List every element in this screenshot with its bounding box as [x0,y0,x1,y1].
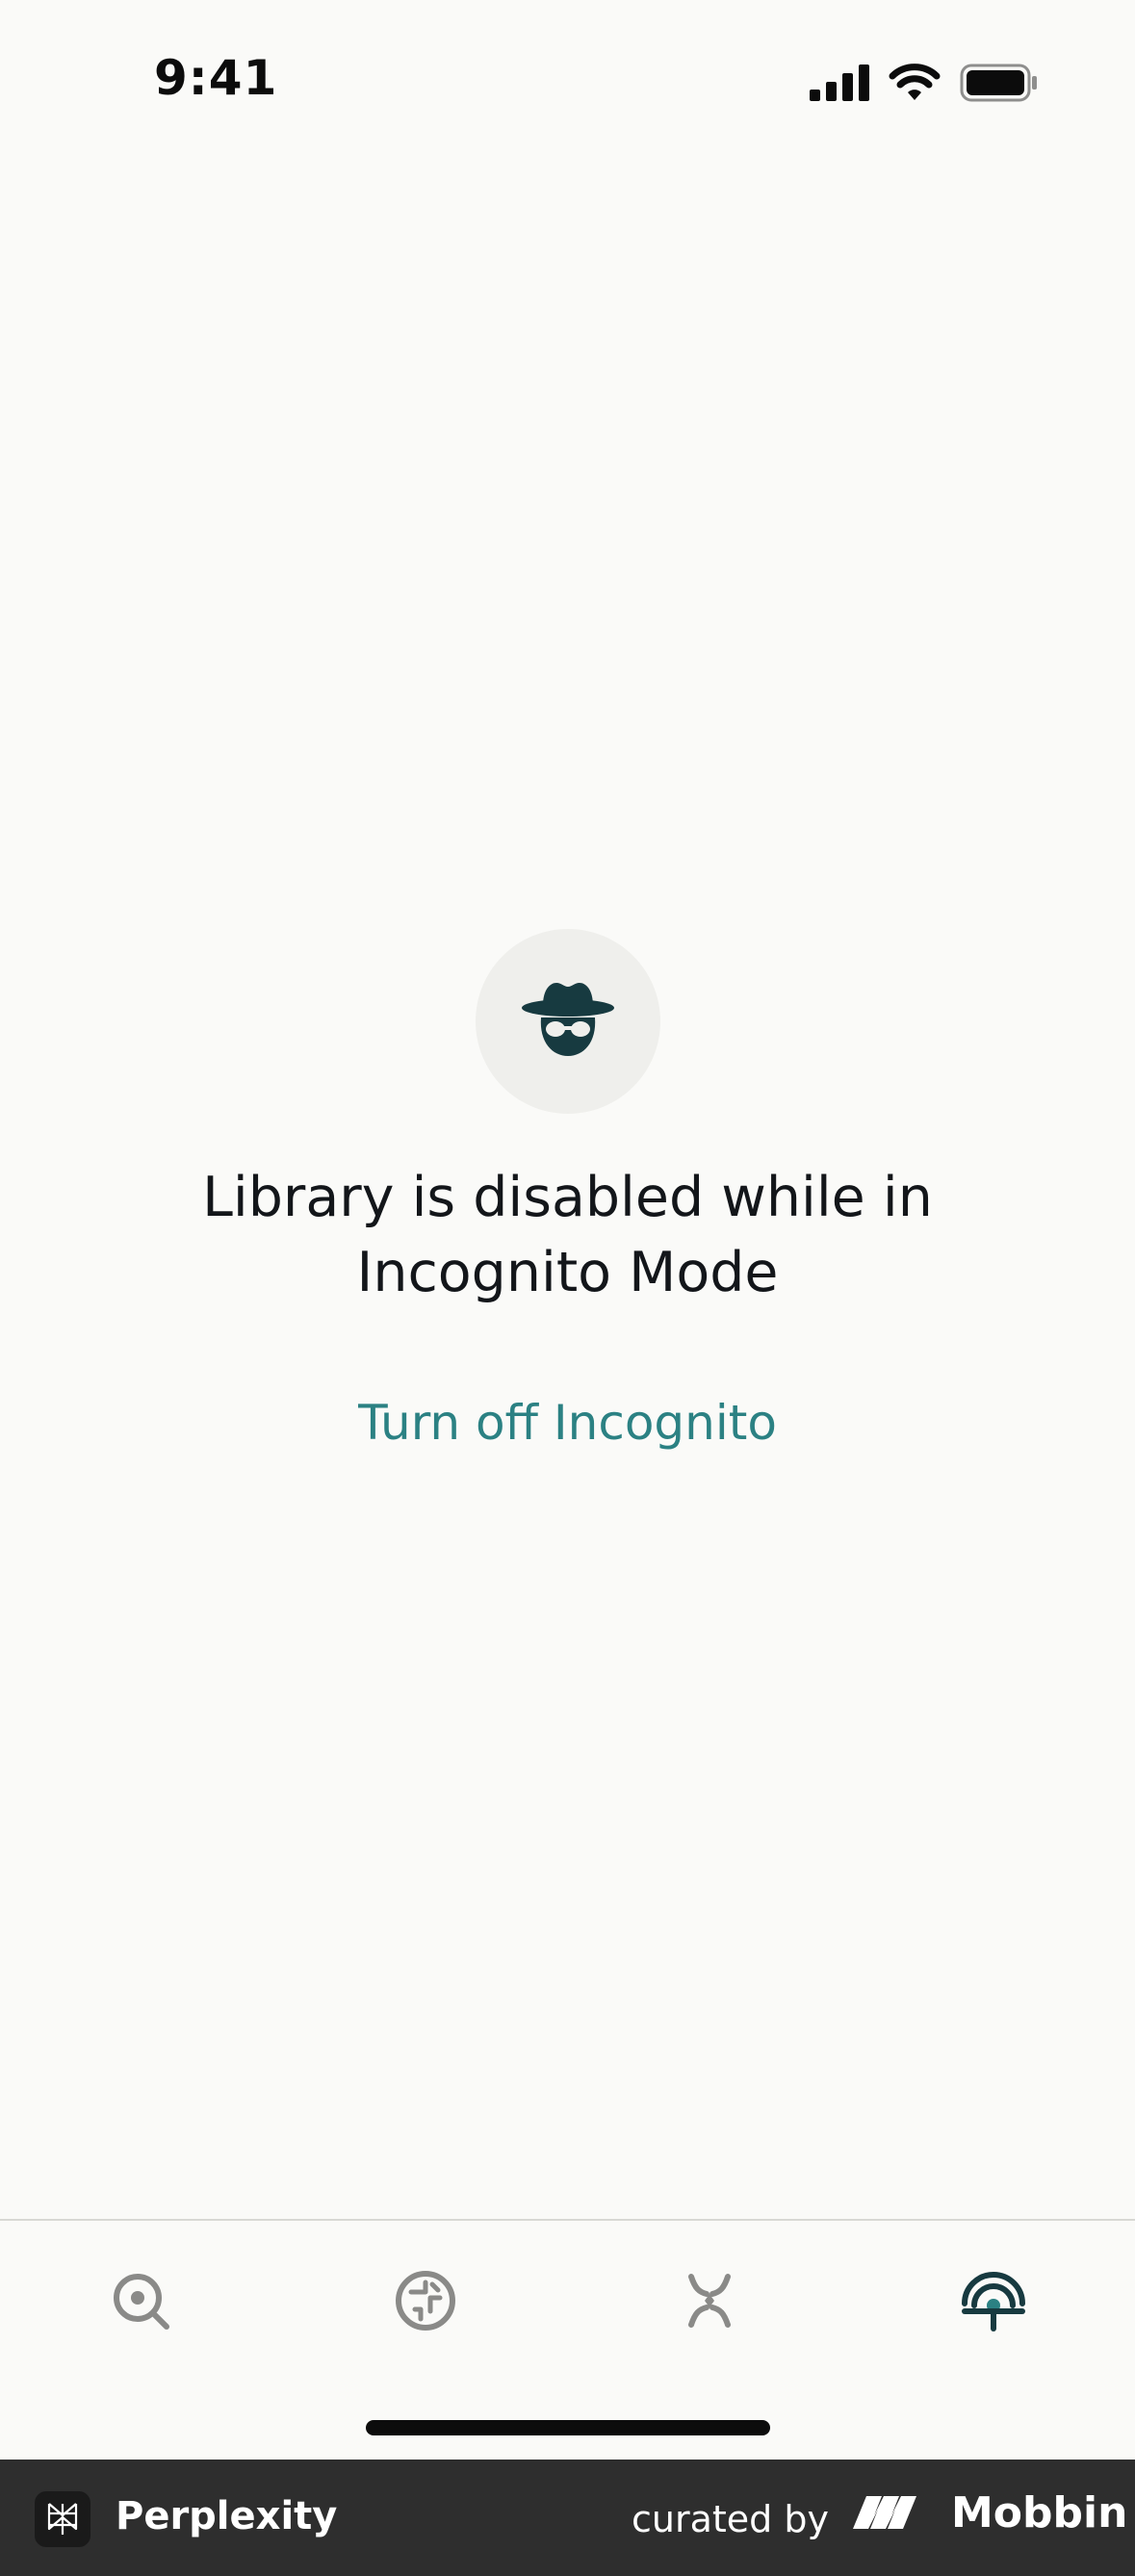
status-time: 9:41 [154,50,278,106]
mobbin-logo-icon [853,2490,940,2537]
wifi-icon [889,64,941,106]
library-empty-state: Library is disabled while in Incognito M… [0,929,1135,1451]
status-bar: 9:41 [0,0,1135,173]
footer-brand: Mobbin [853,2488,1127,2537]
perplexity-logo-icon [35,2491,90,2547]
library-icon [960,2269,1027,2336]
tab-search[interactable] [85,2269,200,2384]
footer: Perplexity curated by Mobbin [0,2460,1135,2576]
incognito-icon [520,979,616,1064]
footer-brand-name: Mobbin [951,2488,1128,2537]
tab-discover[interactable] [368,2269,483,2384]
battery-icon [960,64,1039,106]
tab-library[interactable] [936,2269,1051,2384]
turn-off-incognito-button[interactable]: Turn off Incognito [358,1395,777,1451]
home-indicator [366,2420,770,2435]
search-icon [109,2269,176,2340]
incognito-badge [475,929,660,1114]
status-icons [810,64,1039,106]
cellular-signal-icon [810,64,869,105]
discover-icon [394,2269,457,2336]
footer-curated-by: curated by [632,2498,829,2540]
spaces-icon [678,2269,741,2336]
footer-app-name: Perplexity [116,2494,338,2538]
tab-spaces[interactable] [652,2269,767,2384]
empty-state-message: Library is disabled while in Incognito M… [202,1166,933,1304]
